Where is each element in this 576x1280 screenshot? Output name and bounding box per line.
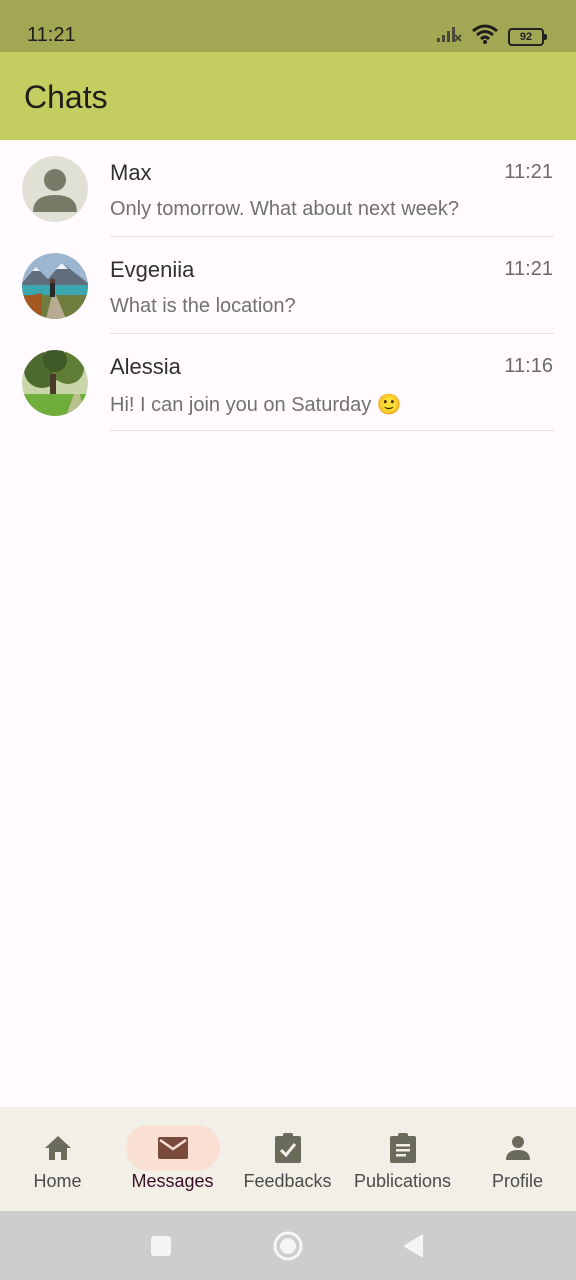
nav-item-home[interactable]: Home (0, 1107, 115, 1211)
nav-label: Messages (131, 1171, 214, 1191)
nav-label: Profile (491, 1171, 544, 1191)
recent-apps-icon (151, 1235, 171, 1256)
chat-name: Evgeniia (110, 257, 195, 282)
nav-pill (471, 1125, 565, 1171)
nav-item-messages[interactable]: Messages (115, 1107, 230, 1211)
divider (110, 430, 554, 431)
nav-pill (11, 1125, 105, 1171)
clipboard-check-icon (274, 1133, 301, 1163)
chat-name: Max (110, 160, 152, 185)
app-bar: Chats (0, 52, 576, 140)
battery-icon: 92 (508, 27, 547, 46)
nav-pill-active (125, 1125, 220, 1171)
clipboard-text-icon (389, 1133, 416, 1163)
status-icons: 92 (436, 24, 547, 49)
avatar (22, 156, 88, 222)
avatar (22, 253, 88, 319)
page-title: Chats (24, 79, 108, 115)
chat-item-evgeniia[interactable]: Evgeniia 11:21 What is the location? (0, 237, 576, 334)
person-icon (505, 1136, 530, 1160)
chat-time: 11:16 (504, 355, 553, 377)
nav-item-profile[interactable]: Profile (460, 1107, 575, 1211)
home-circle-icon (273, 1231, 303, 1260)
avatar (22, 350, 88, 416)
signal-icon (436, 25, 462, 48)
chat-item-max[interactable]: Max 11:21 Only tomorrow. What about next… (0, 140, 576, 237)
chat-time: 11:21 (504, 161, 553, 183)
home-icon (44, 1136, 71, 1160)
default-person-avatar-icon (22, 156, 88, 222)
status-time: 11:21 (27, 24, 76, 46)
home-button[interactable] (258, 1211, 318, 1280)
mail-icon (157, 1137, 188, 1159)
nav-item-feedbacks[interactable]: Feedbacks (230, 1107, 345, 1211)
nav-label: Home (33, 1171, 82, 1191)
nav-label: Publications (353, 1171, 452, 1191)
chat-preview: What is the location? (110, 295, 296, 317)
chat-time: 11:21 (504, 258, 553, 280)
chat-name: Alessia (110, 354, 181, 379)
wifi-icon (472, 24, 498, 49)
chat-preview: Hi! I can join you on Saturday 🙂 (110, 394, 402, 416)
recent-apps-button[interactable] (131, 1211, 191, 1280)
chat-item-alessia[interactable]: Alessia 11:16 Hi! I can join you on Satu… (0, 334, 576, 431)
bottom-nav: Home Messages Feedbacks Publications Pro… (0, 1107, 576, 1211)
nav-label: Feedbacks (243, 1171, 332, 1191)
park-tree-photo-icon (22, 350, 88, 416)
back-button[interactable] (383, 1211, 443, 1280)
nav-item-publications[interactable]: Publications (345, 1107, 460, 1211)
system-nav-bar (0, 1211, 576, 1280)
chat-list: Max 11:21 Only tomorrow. What about next… (0, 140, 576, 431)
mountain-lake-photo-icon (22, 253, 88, 319)
nav-pill (356, 1125, 450, 1171)
status-bar: 11:21 92 (0, 0, 576, 52)
nav-pill (241, 1125, 335, 1171)
back-icon (403, 1233, 423, 1258)
chat-preview: Only tomorrow. What about next week? (110, 198, 460, 220)
